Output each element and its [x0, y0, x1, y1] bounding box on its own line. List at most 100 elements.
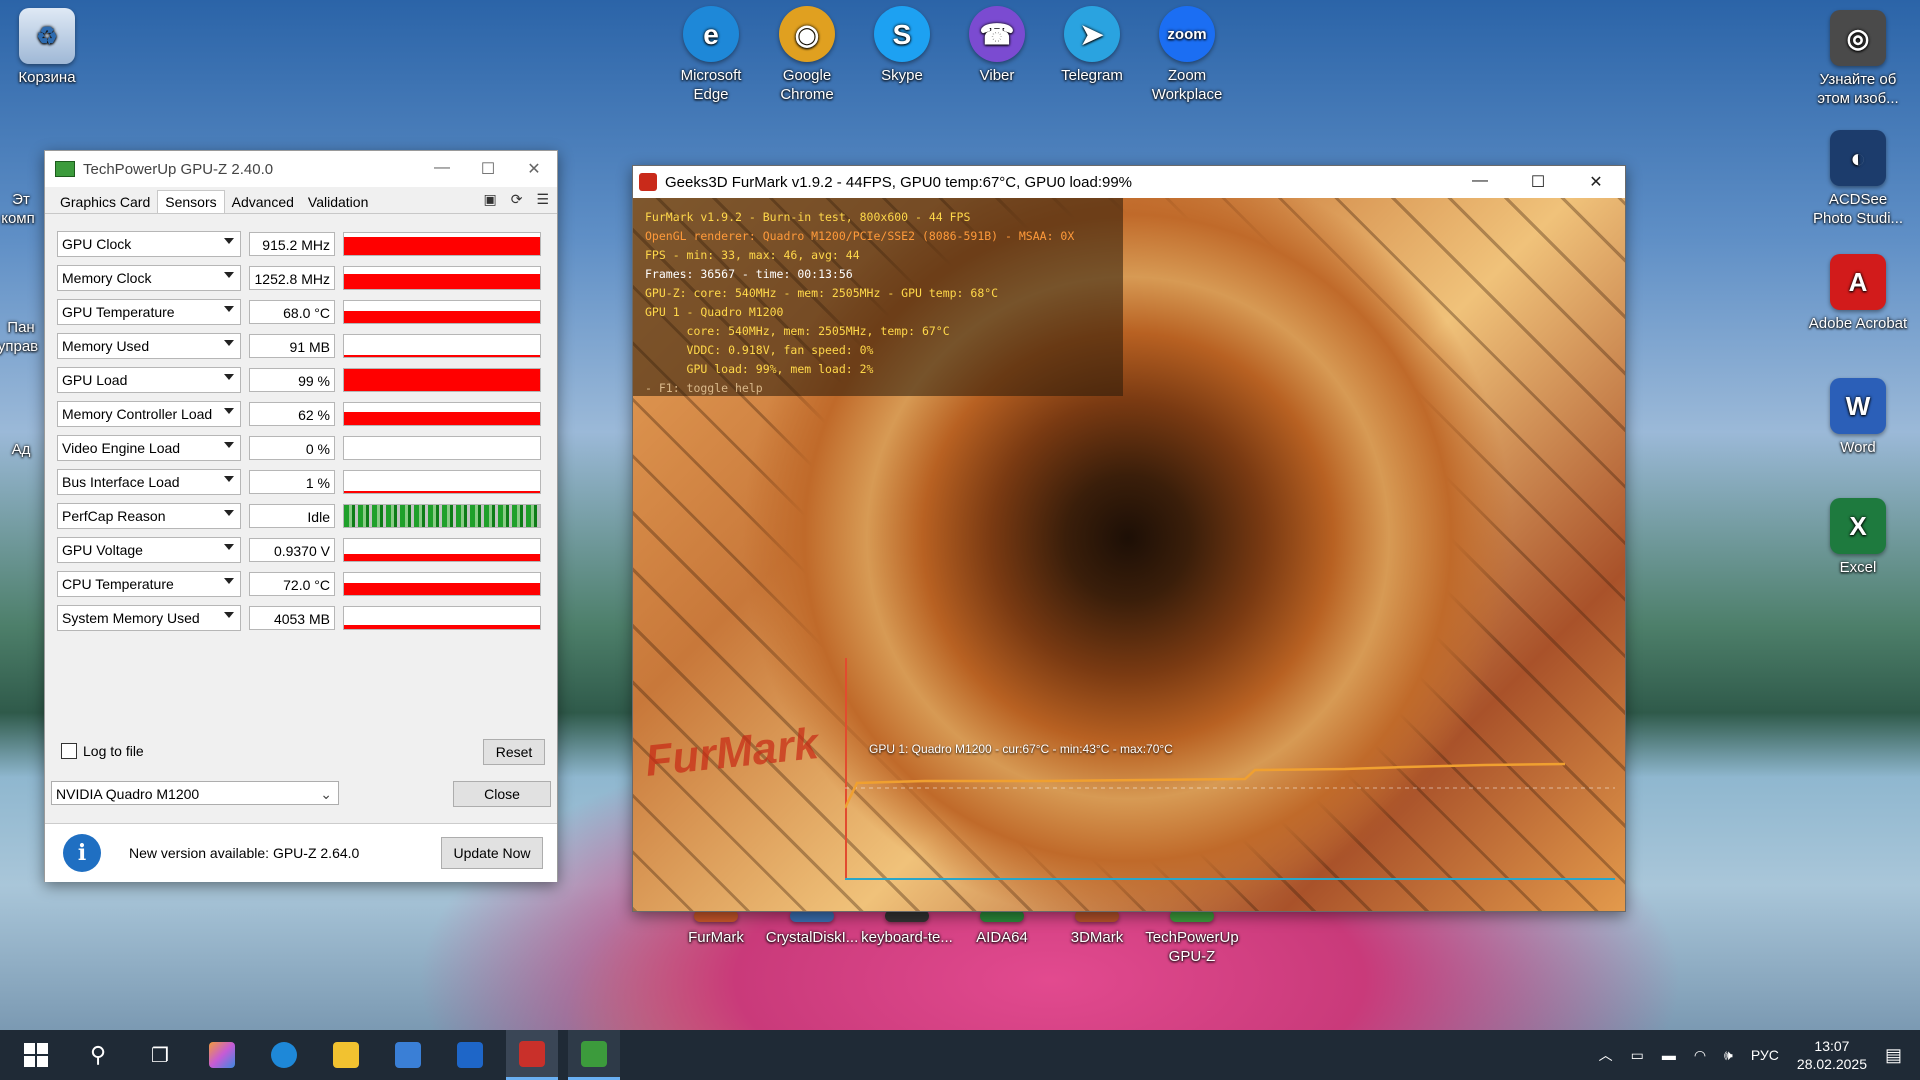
desktop-icon-bottom-1[interactable]: CrystalDiskI... [764, 910, 860, 947]
desktop-icon-skype[interactable]: S Skype [859, 6, 945, 85]
maximize-icon[interactable]: ☐ [1509, 172, 1567, 192]
search-button[interactable]: ⚲ [72, 1030, 124, 1080]
sensor-name-dropdown[interactable]: GPU Voltage [57, 537, 241, 563]
outlook-button[interactable] [444, 1030, 496, 1080]
desktop-icon-microsoft-edge[interactable]: e Microsoft Edge [668, 6, 754, 104]
update-message: New version available: GPU-Z 2.64.0 [129, 845, 360, 861]
gpuz-button[interactable] [568, 1030, 620, 1080]
reset-button[interactable]: Reset [483, 739, 545, 765]
sensor-name-dropdown[interactable]: Memory Clock [57, 265, 241, 291]
sensor-graph [343, 572, 541, 596]
desktop-icon-control-panel[interactable]: Пан управ [0, 318, 46, 356]
clock-date: 28.02.2025 [1796, 1056, 1867, 1072]
desktop-icon-bottom-2[interactable]: keyboard-te... [859, 910, 955, 947]
desktop-icon-zoom-workplace[interactable]: zoom Zoom Workplace [1144, 6, 1230, 104]
sensor-name-dropdown[interactable]: PerfCap Reason [57, 503, 241, 529]
desktop-icon-right-2[interactable]: A Adobe Acrobat [1808, 254, 1908, 333]
task-view-button[interactable]: ❐ [134, 1030, 186, 1080]
minimize-icon[interactable]: — [1451, 172, 1509, 192]
tab-advanced[interactable]: Advanced [225, 191, 301, 213]
copilot-button[interactable] [196, 1030, 248, 1080]
sensor-name-dropdown[interactable]: Video Engine Load [57, 435, 241, 461]
desktop-icon-label: Word [1840, 439, 1876, 456]
sensor-row: Memory Controller Load 62 % [57, 397, 547, 431]
checkbox-icon[interactable] [61, 743, 77, 759]
sensor-value: 62 % [249, 402, 335, 426]
desktop-icon-bottom-0[interactable]: FurMark [668, 910, 764, 947]
sensor-list: GPU Clock 915.2 MHz Memory Clock 1252.8 MHz… [57, 227, 547, 635]
notifications-icon[interactable]: ▤ [1885, 1045, 1902, 1066]
desktop-icon-label: CrystalDiskI... [765, 929, 859, 946]
desktop-icon-viber[interactable]: ☎ Viber [954, 6, 1040, 85]
sensor-value: 0.9370 V [249, 538, 335, 562]
acdsee-icon: ◐ [1830, 130, 1886, 186]
clock[interactable]: 13:07 28.02.2025 [1797, 1037, 1867, 1073]
sensor-graph-fill [344, 237, 540, 255]
meet-icon[interactable]: ▭ [1631, 1047, 1644, 1064]
sensor-graph [343, 436, 541, 460]
sensor-name-dropdown[interactable]: GPU Load [57, 367, 241, 393]
desktop-icon-recycle-bin[interactable]: ♻ Корзина [4, 8, 90, 87]
sensor-name-dropdown[interactable]: GPU Temperature [57, 299, 241, 325]
desktop-icon-right-4[interactable]: X Excel [1808, 498, 1908, 577]
explorer-button[interactable] [320, 1030, 372, 1080]
sensor-name-dropdown[interactable]: CPU Temperature [57, 571, 241, 597]
sensor-graph [343, 402, 541, 426]
desktop-icon-this-pc[interactable]: Эт комп [0, 190, 46, 228]
update-now-button[interactable]: Update Now [441, 837, 543, 869]
chevron-up-icon[interactable]: ︿ [1599, 1045, 1613, 1065]
maximize-icon[interactable]: ☐ [465, 159, 511, 179]
acrobat-icon: A [1830, 254, 1886, 310]
desktop-icon-bottom-3[interactable]: AIDA64 [954, 910, 1050, 947]
sensor-name: GPU Voltage [62, 542, 143, 558]
furmark-button[interactable] [506, 1030, 558, 1080]
sensor-value: 1 % [249, 470, 335, 494]
gpuz-title-bar[interactable]: TechPowerUp GPU-Z 2.40.0 — ☐ ✕ [45, 151, 557, 187]
edge-button[interactable] [258, 1030, 310, 1080]
wifi-icon[interactable]: ◠ [1694, 1047, 1706, 1064]
close-button[interactable]: Close [453, 781, 551, 807]
overlay-line: OpenGL renderer: Quadro M1200/PCIe/SSE2 … [645, 229, 1075, 243]
desktop-icon-right-1[interactable]: ◐ ACDSee Photo Studi... [1808, 130, 1908, 228]
tab-graphics-card[interactable]: Graphics Card [53, 191, 157, 213]
microsoft-icon: e [683, 6, 739, 62]
overlay-line: FurMark v1.9.2 - Burn-in test, 800x600 -… [645, 210, 971, 224]
sensor-graph-fill [344, 411, 540, 425]
camera-icon[interactable]: ▣ [483, 191, 496, 208]
sensor-name-dropdown[interactable]: GPU Clock [57, 231, 241, 257]
battery-icon[interactable]: ▬ [1662, 1047, 1676, 1063]
minimize-icon[interactable]: — [419, 159, 465, 179]
desktop-icon-partial[interactable]: Ад [0, 440, 46, 459]
close-icon[interactable]: ✕ [1567, 172, 1625, 192]
desktop-icon-bottom-4[interactable]: 3DMark [1049, 910, 1145, 947]
sensor-name-dropdown[interactable]: Memory Controller Load [57, 401, 241, 427]
desktop-icon-bottom-5[interactable]: TechPowerUp GPU-Z [1144, 910, 1240, 966]
sensor-row: Bus Interface Load 1 % [57, 465, 547, 499]
desktop-icon-right-3[interactable]: W Word [1808, 378, 1908, 457]
gpuz-window: TechPowerUp GPU-Z 2.40.0 — ☐ ✕ Graphics … [44, 150, 558, 882]
tab-sensors[interactable]: Sensors [157, 190, 225, 213]
volume-icon[interactable]: 🕪 [1724, 1047, 1733, 1064]
language-indicator[interactable]: РУС [1751, 1047, 1779, 1063]
info-icon: ◎ [1830, 10, 1886, 66]
gpu-select-dropdown[interactable]: NVIDIA Quadro M1200 ⌄ [51, 781, 339, 805]
tab-validation[interactable]: Validation [301, 191, 375, 213]
refresh-icon[interactable]: ⟳ [511, 191, 523, 208]
desktop-icon-right-0[interactable]: ◎ Узнайте об этом изоб... [1808, 10, 1908, 108]
menu-icon[interactable]: ☰ [536, 191, 549, 208]
system-tray: ︿ ▭ ▬ ◠ 🕪 РУС 13:07 28.02.2025 ▤ [1599, 1030, 1920, 1080]
sensor-name-dropdown[interactable]: Bus Interface Load [57, 469, 241, 495]
sensor-name-dropdown[interactable]: Memory Used [57, 333, 241, 359]
start-button[interactable] [10, 1030, 62, 1080]
store-button[interactable] [382, 1030, 434, 1080]
desktop-icon-label: ACDSee Photo Studi... [1812, 191, 1904, 227]
sensor-name-dropdown[interactable]: System Memory Used [57, 605, 241, 631]
desktop-icon-telegram[interactable]: ➤ Telegram [1049, 6, 1135, 85]
desktop-icon-google-chrome[interactable]: ◉ Google Chrome [764, 6, 850, 104]
close-icon[interactable]: ✕ [511, 159, 557, 179]
desktop-icon-label: Microsoft Edge [680, 67, 742, 103]
desktop-icon-label: управ [0, 338, 39, 355]
log-to-file-checkbox[interactable]: Log to file [61, 743, 144, 759]
furmark-title-bar[interactable]: Geeks3D FurMark v1.9.2 - 44FPS, GPU0 tem… [633, 166, 1625, 198]
desktop-icon-label: Skype [881, 67, 923, 84]
